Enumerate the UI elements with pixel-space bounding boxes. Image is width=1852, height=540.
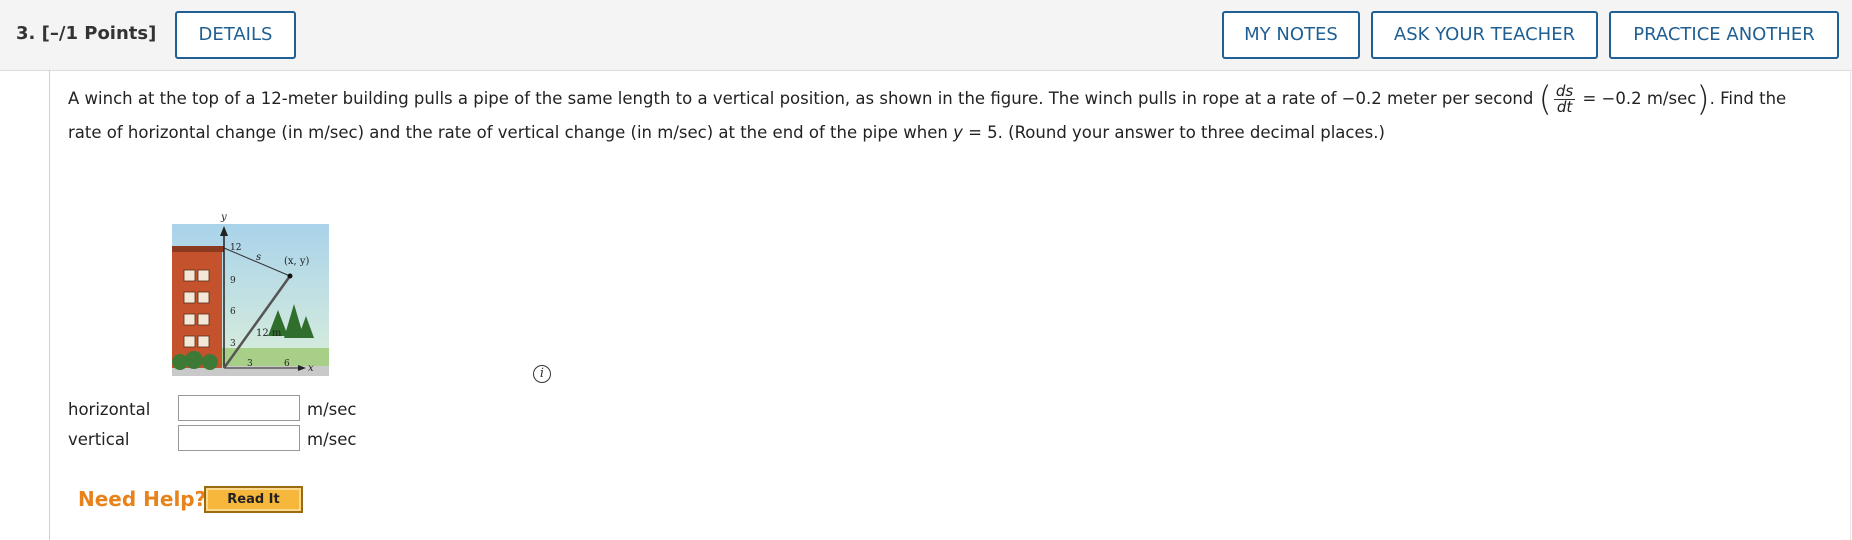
horizontal-label: horizontal — [68, 400, 151, 419]
need-help-label: Need Help? — [78, 487, 207, 511]
vertical-label: vertical — [68, 430, 130, 449]
rate-text: = −0.2 m/sec — [1582, 89, 1697, 108]
info-icon[interactable]: i — [533, 365, 551, 383]
winch-figure: y x 12 9 6 3 3 6 s (x, y) 12 m — [160, 208, 330, 382]
y-axis-label: y — [220, 212, 227, 223]
horizontal-answer-input[interactable] — [178, 395, 300, 421]
y-tick: 3 — [230, 339, 236, 349]
practice-another-button[interactable]: PRACTICE ANOTHER — [1609, 11, 1839, 59]
my-notes-button[interactable]: MY NOTES — [1222, 11, 1360, 59]
details-button[interactable]: DETAILS — [175, 11, 296, 59]
read-it-button[interactable]: Read It — [204, 486, 303, 513]
ask-your-teacher-button[interactable]: ASK YOUR TEACHER — [1371, 11, 1598, 59]
horizontal-unit: m/sec — [307, 400, 357, 419]
building-icon — [172, 250, 222, 368]
vertical-unit: m/sec — [307, 430, 357, 449]
problem-text-part: = 5. (Round your answer to three decimal… — [968, 123, 1385, 142]
ds-dt-fraction: ds dt — [1553, 84, 1576, 116]
question-points: [–/1 Points] — [41, 23, 157, 44]
paren-open: ( — [1538, 79, 1552, 120]
x-tick: 6 — [284, 359, 290, 369]
y-tick: 9 — [230, 276, 236, 286]
question-number: 3. — [16, 23, 36, 44]
frac-denominator: dt — [1556, 98, 1573, 116]
x-axis-label: x — [308, 363, 314, 374]
s-label: s — [256, 252, 261, 263]
problem-text: A winch at the top of a 12-meter buildin… — [68, 82, 1808, 150]
paren-close: ) — [1696, 79, 1710, 120]
var-y: y — [953, 123, 963, 142]
question-header: 3. [–/1 Points] DETAILS MY NOTES ASK YOU… — [0, 0, 1852, 71]
problem-text-part: A winch at the top of a 12-meter buildin… — [68, 89, 1534, 108]
x-tick: 3 — [247, 359, 253, 369]
y-tick: 6 — [230, 307, 236, 317]
question-title: 3. [–/1 Points] — [16, 23, 156, 44]
vertical-answer-input[interactable] — [178, 425, 300, 451]
point-label: (x, y) — [284, 256, 310, 267]
pipe-length-label: 12 m — [256, 328, 282, 339]
